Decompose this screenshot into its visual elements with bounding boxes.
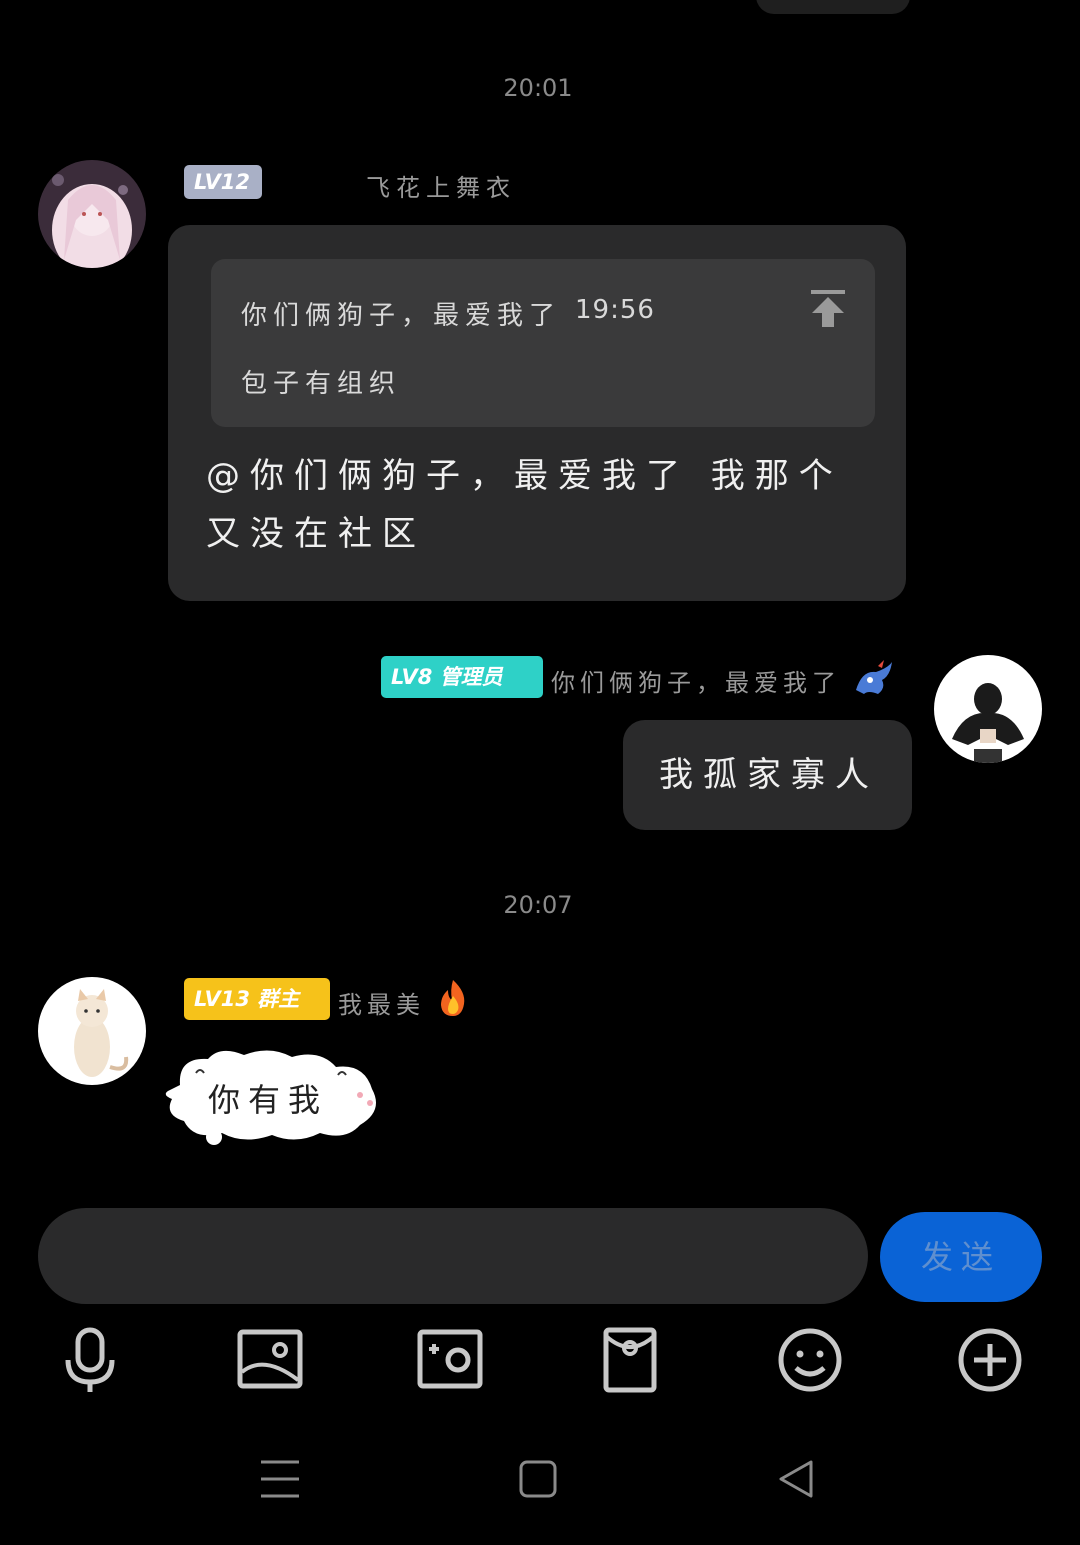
quoted-text: 包子有组织 — [241, 369, 402, 399]
sender-nickname[interactable]: 飞花上舞衣 — [366, 168, 516, 203]
message-text: 我孤家寡人 — [659, 755, 879, 795]
emoji-icon[interactable] — [774, 1324, 846, 1396]
message-input[interactable] — [38, 1208, 868, 1304]
avatar-cat[interactable] — [38, 977, 146, 1085]
previous-message-bubble — [756, 0, 910, 14]
quoted-message[interactable]: 你们俩狗子，最爱我了 19:56 包子有组织 — [211, 259, 875, 427]
home-icon[interactable] — [513, 1454, 563, 1504]
timestamp: 20:01 — [503, 74, 573, 102]
avatar-self[interactable] — [934, 655, 1042, 763]
sticker-text: 你有我 — [208, 1081, 329, 1119]
dragon-emoji-icon — [856, 660, 892, 694]
timestamp: 20:07 — [503, 891, 573, 919]
owner-badge: LV13 群主 — [184, 978, 330, 1020]
admin-badge: LV8 管理员 — [381, 656, 543, 698]
camera-icon[interactable] — [414, 1324, 486, 1396]
message-text: @你们俩狗子，最爱我了 我那个又没在社区 — [206, 456, 843, 554]
quoted-author: 你们俩狗子，最爱我了 — [241, 301, 562, 331]
menu-icon[interactable] — [255, 1454, 305, 1504]
image-icon[interactable] — [234, 1324, 306, 1396]
message-bubble[interactable]: 我孤家寡人 — [623, 720, 912, 830]
message-bubble[interactable]: 你们俩狗子，最爱我了 19:56 包子有组织 @你们俩狗子，最爱我了 我那个又没… — [168, 225, 906, 601]
level-badge: LV12 — [184, 165, 262, 199]
sender-nickname[interactable]: 你们俩狗子，最爱我了 — [551, 663, 841, 698]
sender-nickname[interactable]: 我最美 — [338, 985, 425, 1020]
send-button[interactable]: 发送 — [880, 1212, 1042, 1302]
scroll-to-quote-icon[interactable] — [809, 289, 847, 329]
red-packet-icon[interactable] — [594, 1324, 666, 1396]
back-icon[interactable] — [771, 1454, 821, 1504]
plus-icon[interactable] — [954, 1324, 1026, 1396]
quoted-time: 19:56 — [575, 295, 655, 325]
fire-icon — [441, 980, 465, 1016]
avatar-feihua[interactable] — [38, 160, 146, 268]
sticker-message[interactable]: 你有我 — [160, 1045, 384, 1145]
microphone-icon[interactable] — [54, 1324, 126, 1396]
